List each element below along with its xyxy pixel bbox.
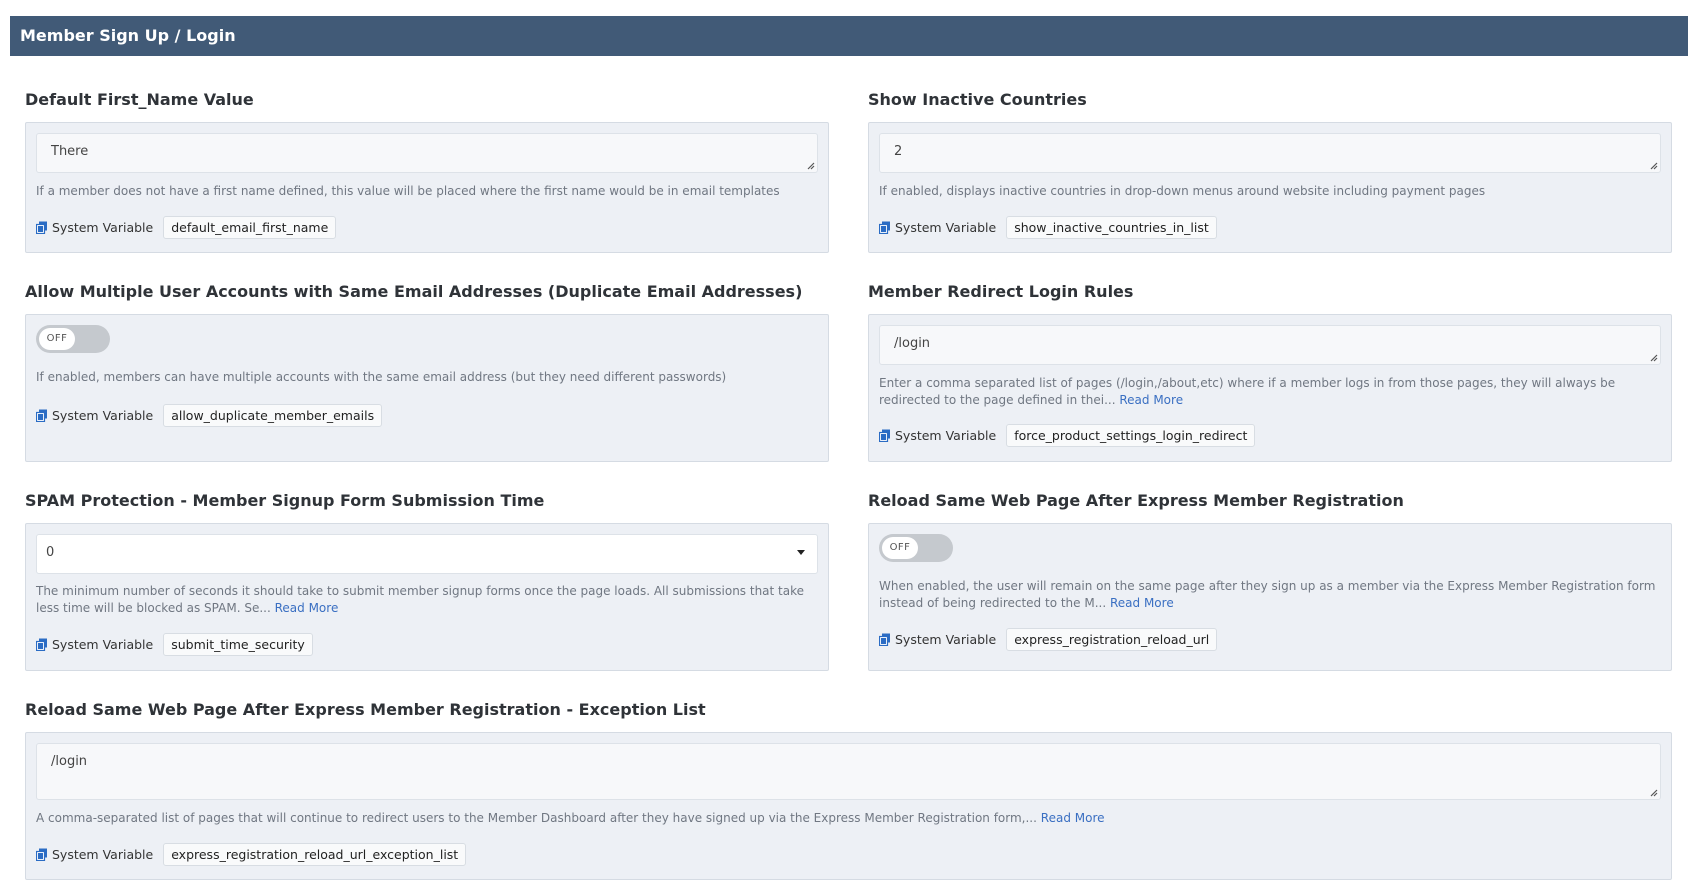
sysvar-label: System Variable (895, 631, 997, 647)
spam-protection-card: 0 The minimum number of seconds it shoul… (25, 523, 829, 671)
copy-icon[interactable] (879, 221, 891, 234)
redirect-rules-help: Enter a comma separated list of pages (/… (879, 376, 1616, 407)
copy-icon[interactable] (879, 633, 891, 646)
sysvar-label: System Variable (52, 636, 154, 652)
exception-list-label: Reload Same Web Page After Express Membe… (25, 700, 706, 719)
first-name-card: There If a member does not have a first … (25, 122, 829, 253)
sysvar-code[interactable]: force_product_settings_login_redirect (1006, 423, 1256, 447)
sysvar-code[interactable]: express_registration_reload_url_exceptio… (163, 842, 467, 866)
read-more-link[interactable]: Read More (1110, 596, 1174, 610)
sysvar-label: System Variable (52, 846, 154, 862)
reload-page-help: When enabled, the user will remain on th… (879, 579, 1656, 610)
inactive-countries-help: If enabled, displays inactive countries … (879, 184, 1486, 198)
inactive-countries-sysvar: System Variable show_inactive_countries_… (879, 214, 1217, 240)
duplicate-emails-card: OFF If enabled, members can have multipl… (25, 314, 829, 462)
copy-icon[interactable] (36, 409, 48, 422)
caret-down-icon[interactable] (797, 550, 805, 555)
exception-list-input[interactable]: /login (36, 743, 1661, 800)
inactive-countries-card: 2 If enabled, displays inactive countrie… (868, 122, 1672, 253)
sysvar-code[interactable]: submit_time_security (163, 632, 313, 656)
copy-icon[interactable] (36, 638, 48, 651)
inactive-countries-value: 2 (894, 144, 903, 159)
first-name-sysvar: System Variable default_email_first_name (36, 214, 337, 240)
resize-handle-icon[interactable] (1648, 787, 1658, 797)
exception-list-help: A comma-separated list of pages that wil… (36, 811, 1105, 825)
sysvar-label: System Variable (895, 219, 997, 235)
sysvar-label: System Variable (52, 219, 154, 235)
spam-protection-select[interactable]: 0 (36, 534, 818, 574)
read-more-link[interactable]: Read More (1041, 811, 1105, 825)
sysvar-code[interactable]: express_registration_reload_url (1006, 627, 1218, 651)
sysvar-code[interactable]: show_inactive_countries_in_list (1006, 215, 1217, 239)
reload-page-label: Reload Same Web Page After Express Membe… (868, 491, 1404, 510)
read-more-link[interactable]: Read More (275, 601, 339, 615)
sysvar-code[interactable]: allow_duplicate_member_emails (163, 403, 383, 427)
spam-protection-value: 0 (46, 545, 55, 560)
first-name-input[interactable]: There (36, 133, 818, 173)
redirect-rules-input[interactable]: /login (879, 325, 1661, 365)
duplicate-emails-help: If enabled, members can have multiple ac… (36, 370, 727, 384)
sysvar-label: System Variable (895, 427, 997, 443)
spam-protection-help: The minimum number of seconds it should … (36, 584, 805, 615)
duplicate-emails-sysvar: System Variable allow_duplicate_member_e… (36, 402, 383, 428)
inactive-countries-input[interactable]: 2 (879, 133, 1661, 173)
spam-protection-sysvar: System Variable submit_time_security (36, 631, 313, 657)
exception-list-card: /login A comma-separated list of pages t… (25, 732, 1672, 880)
redirect-rules-value: /login (894, 336, 931, 351)
sysvar-code[interactable]: default_email_first_name (163, 215, 337, 239)
copy-icon[interactable] (36, 221, 48, 234)
toggle-knob: OFF (882, 537, 918, 559)
redirect-rules-sysvar: System Variable force_product_settings_l… (879, 422, 1256, 448)
copy-icon[interactable] (879, 429, 891, 442)
first-name-help: If a member does not have a first name d… (36, 184, 780, 198)
reload-page-card: OFF When enabled, the user will remain o… (868, 523, 1672, 671)
duplicate-emails-label: Allow Multiple User Accounts with Same E… (25, 282, 803, 301)
first-name-label: Default First_Name Value (25, 90, 254, 109)
redirect-rules-label: Member Redirect Login Rules (868, 282, 1134, 301)
section-header: Member Sign Up / Login (10, 16, 1688, 56)
resize-handle-icon[interactable] (1648, 160, 1658, 170)
copy-icon[interactable] (36, 848, 48, 861)
inactive-countries-label: Show Inactive Countries (868, 90, 1087, 109)
read-more-link[interactable]: Read More (1119, 393, 1183, 407)
first-name-value: There (51, 144, 89, 159)
reload-page-sysvar: System Variable express_registration_rel… (879, 626, 1218, 652)
section-title: Member Sign Up / Login (20, 26, 236, 45)
sysvar-label: System Variable (52, 407, 154, 423)
resize-handle-icon[interactable] (1648, 352, 1658, 362)
exception-list-sysvar: System Variable express_registration_rel… (36, 841, 467, 867)
resize-handle-icon[interactable] (805, 160, 815, 170)
redirect-rules-card: /login Enter a comma separated list of p… (868, 314, 1672, 462)
toggle-knob: OFF (39, 328, 75, 350)
duplicate-emails-toggle[interactable]: OFF (36, 325, 110, 353)
spam-protection-label: SPAM Protection - Member Signup Form Sub… (25, 491, 545, 510)
reload-page-toggle[interactable]: OFF (879, 534, 953, 562)
exception-list-value: /login (51, 754, 88, 769)
